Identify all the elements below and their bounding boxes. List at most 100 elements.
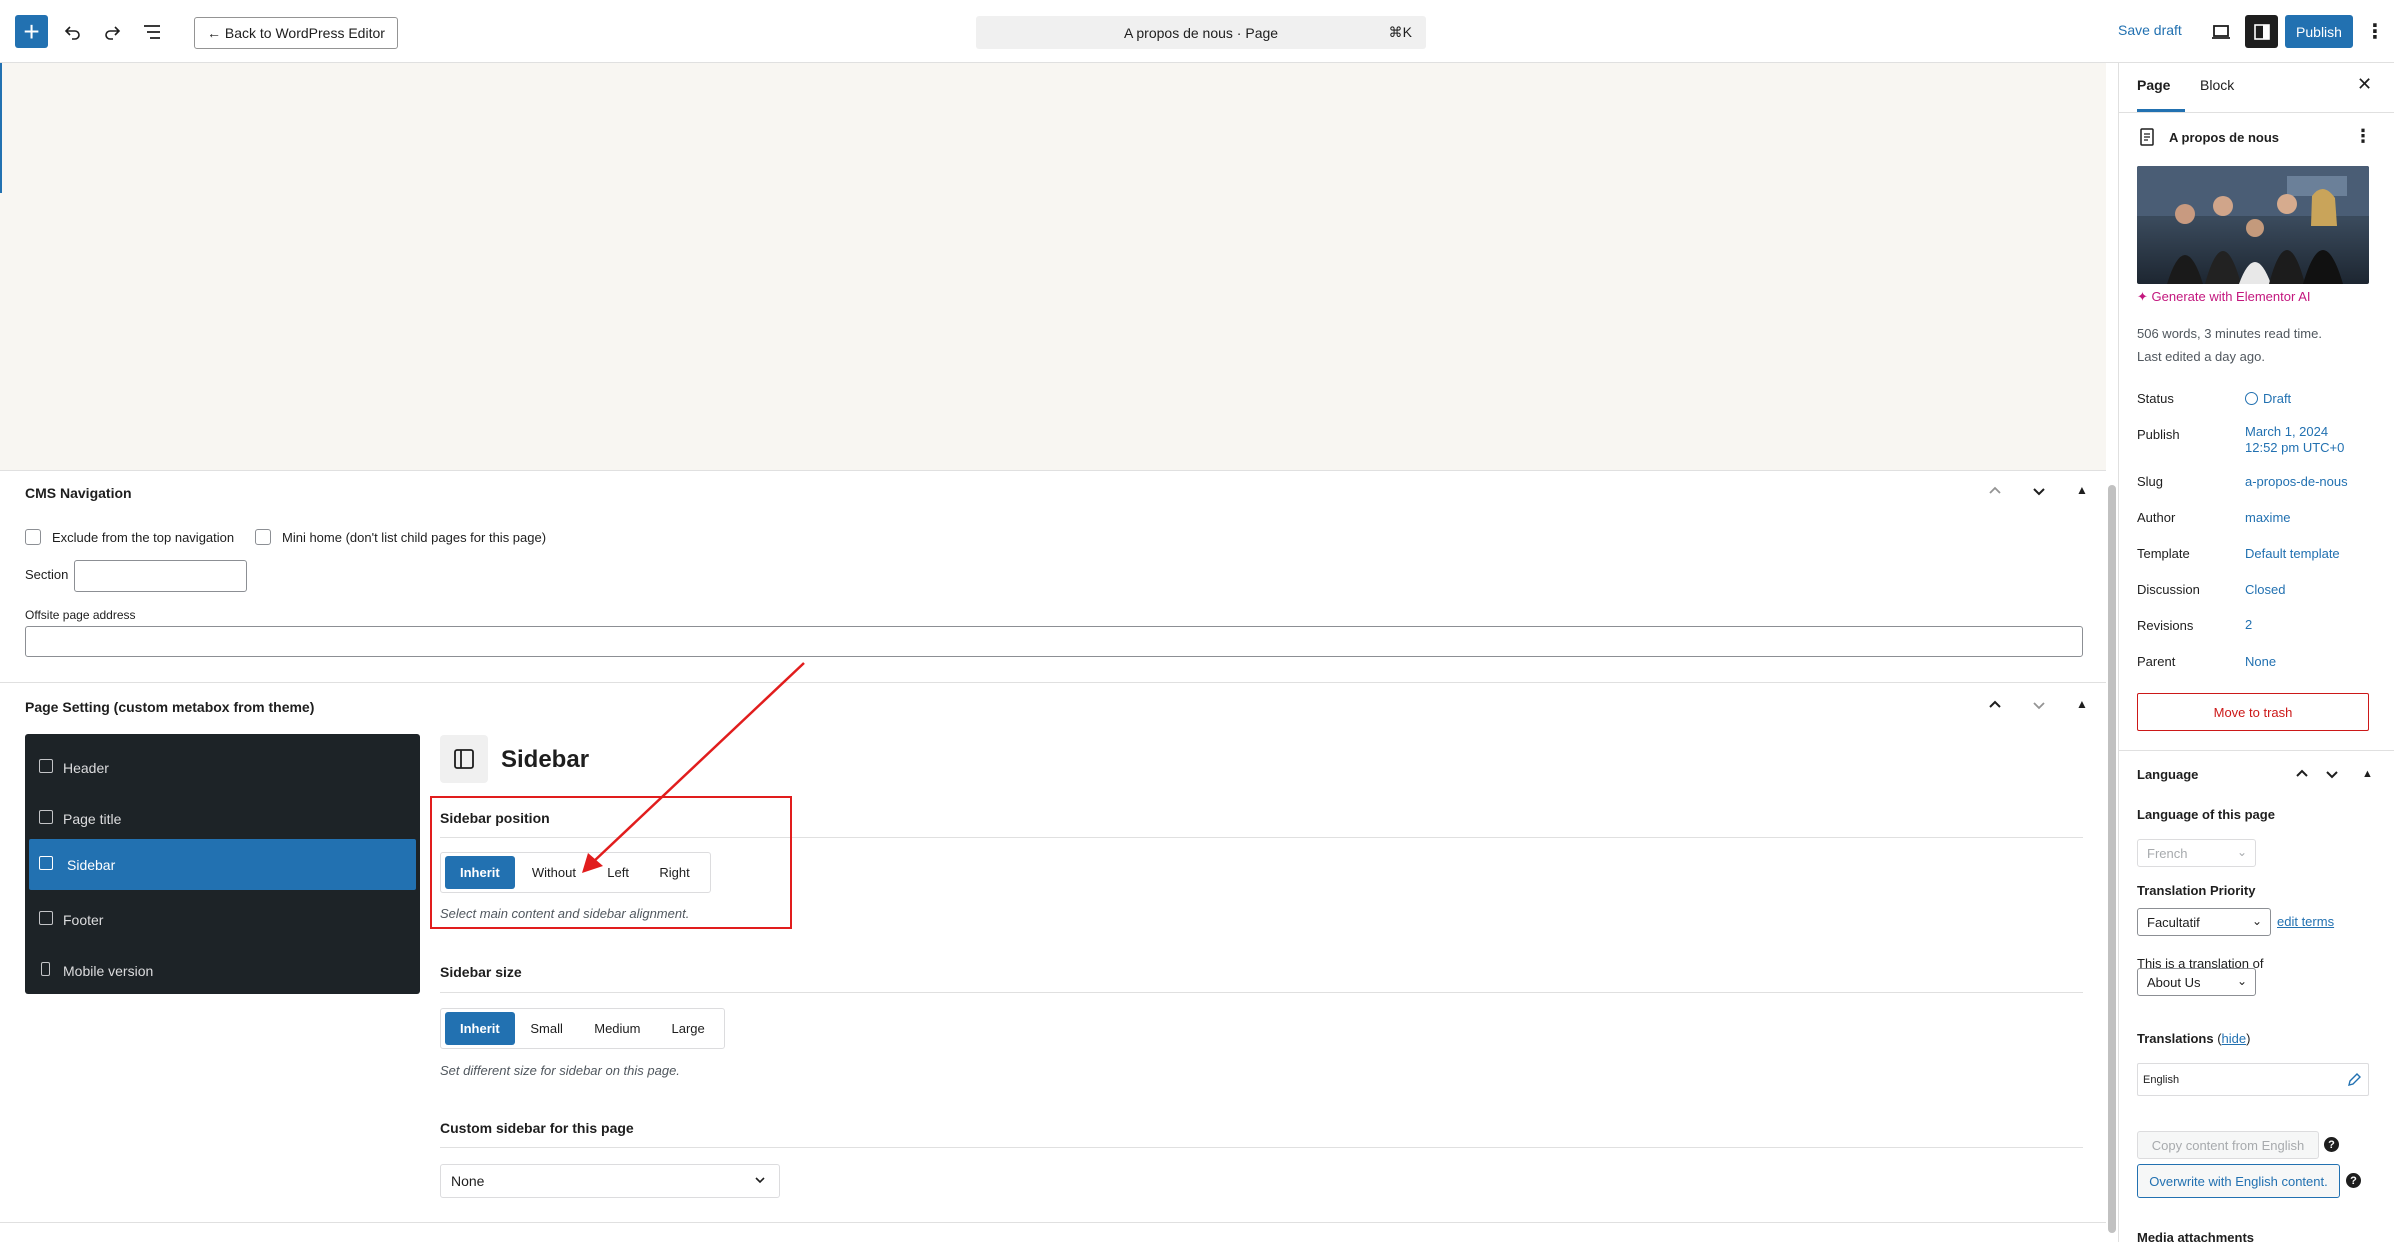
nav-item-footer[interactable]: Footer bbox=[25, 894, 420, 945]
document-title: A propos de nous · Page bbox=[1123, 24, 1279, 41]
discussion-value-button[interactable]: Closed bbox=[2245, 582, 2285, 597]
metabox-scrollbar[interactable] bbox=[2108, 485, 2116, 1233]
language-move-up-button[interactable] bbox=[2294, 766, 2310, 787]
command-palette-bar[interactable]: A propos de nous · Page ⌘K bbox=[976, 16, 1426, 49]
revisions-value-button[interactable]: 2 bbox=[2245, 617, 2252, 632]
chevron-up-icon bbox=[1989, 486, 2001, 494]
chevron-down-icon bbox=[2033, 488, 2045, 496]
status-value-button[interactable]: Draft bbox=[2245, 391, 2291, 406]
template-value-button[interactable]: Default template bbox=[2245, 546, 2340, 561]
move-to-trash-button[interactable]: Move to trash bbox=[2137, 693, 2369, 731]
language-value: French bbox=[2147, 845, 2188, 861]
chevron-up-icon bbox=[2296, 769, 2308, 777]
options-menu-button[interactable]: ⋮ bbox=[2360, 15, 2390, 49]
footer-icon bbox=[39, 911, 53, 925]
annotation-arrow bbox=[582, 662, 805, 873]
author-value-button[interactable]: maxime bbox=[2245, 510, 2291, 525]
publish-time-text[interactable]: 12:52 pm UTC+0 bbox=[2245, 440, 2344, 455]
undo-button[interactable] bbox=[56, 15, 90, 49]
custom-sidebar-value: None bbox=[451, 1173, 485, 1189]
overwrite-content-button[interactable]: Overwrite with English content. bbox=[2137, 1164, 2340, 1198]
copy-content-button[interactable]: Copy content from English bbox=[2137, 1131, 2319, 1159]
sidebar-size-control: Inherit Small Medium Large bbox=[440, 1008, 725, 1049]
page-icon bbox=[2140, 128, 2154, 146]
language-select[interactable]: French ⌄ bbox=[2137, 839, 2256, 867]
sidebar-panel-icon bbox=[2253, 23, 2270, 40]
hide-translations-link[interactable]: hide bbox=[2222, 1031, 2247, 1046]
back-to-wordpress-editor-button[interactable]: ← Back to WordPress Editor bbox=[194, 17, 398, 49]
publish-date-button[interactable]: March 1, 2024 bbox=[2245, 424, 2328, 439]
parent-value-button[interactable]: None bbox=[2245, 654, 2276, 669]
tab-page[interactable]: Page bbox=[2137, 77, 2170, 93]
more-vertical-icon: ⋮ bbox=[2354, 126, 2372, 146]
sidebar-size-large[interactable]: Large bbox=[656, 1012, 720, 1045]
page-setting-move-up-button[interactable] bbox=[1987, 697, 2003, 718]
collapse-toggle[interactable]: ▲ bbox=[2076, 483, 2088, 497]
translation-priority-select[interactable]: Facultatif ⌄ bbox=[2137, 908, 2271, 936]
settings-toggle-button[interactable] bbox=[2245, 15, 2278, 48]
nav-item-sidebar[interactable]: Sidebar bbox=[29, 839, 416, 890]
chevron-down-icon bbox=[2033, 702, 2045, 710]
help-question-icon[interactable]: ? bbox=[2324, 1137, 2339, 1152]
tab-block[interactable]: Block bbox=[2200, 77, 2234, 93]
nav-item-mobile-version[interactable]: Mobile version bbox=[25, 945, 420, 996]
sidebar-icon bbox=[39, 856, 53, 870]
pencil-icon[interactable] bbox=[2347, 1072, 2362, 1087]
nav-item-label: Footer bbox=[63, 911, 104, 928]
language-collapse-toggle[interactable]: ▲ bbox=[2362, 768, 2373, 780]
language-section-title: Language bbox=[2137, 767, 2199, 782]
translations-title: Translations bbox=[2137, 1031, 2214, 1046]
exclude-top-nav-label: Exclude from the top navigation bbox=[52, 530, 235, 545]
sidebar-size-label: Sidebar size bbox=[440, 964, 522, 980]
page-title: A propos de nous bbox=[2169, 130, 2280, 145]
metabox-divider bbox=[0, 682, 2106, 683]
offsite-address-input[interactable] bbox=[25, 626, 2083, 657]
sidebar-size-inherit[interactable]: Inherit bbox=[445, 1012, 515, 1045]
translation-priority-value: Facultatif bbox=[2147, 914, 2200, 930]
editor-canvas[interactable] bbox=[0, 63, 2106, 471]
metabox-bottom-divider bbox=[0, 1222, 2106, 1223]
generate-with-elementor-ai-link[interactable]: ✦ Generate with Elementor AI bbox=[2137, 289, 2311, 305]
page-setting-move-down-button[interactable] bbox=[2031, 697, 2047, 718]
sidebar-size-medium[interactable]: Medium bbox=[579, 1012, 657, 1045]
status-value: Draft bbox=[2263, 391, 2292, 406]
sidebar-layout-icon bbox=[454, 749, 474, 769]
mobile-icon bbox=[41, 962, 50, 976]
nav-item-header[interactable]: Header bbox=[25, 742, 420, 793]
edit-terms-link[interactable]: edit terms bbox=[2277, 914, 2334, 929]
nav-item-label: Header bbox=[63, 759, 109, 776]
save-draft-button[interactable]: Save draft bbox=[2118, 22, 2182, 38]
language-move-down-button[interactable] bbox=[2324, 766, 2340, 787]
nav-item-page-title[interactable]: Page title bbox=[25, 793, 420, 844]
translation-of-select[interactable]: About Us ⌄ bbox=[2137, 968, 2256, 996]
close-panel-button[interactable]: ✕ bbox=[2357, 74, 2372, 95]
sidebar-section-icon-box bbox=[440, 735, 488, 783]
page-actions-button[interactable]: ⋮ bbox=[2354, 126, 2372, 147]
preview-button[interactable] bbox=[2204, 15, 2238, 49]
panel-tab-divider bbox=[2119, 112, 2394, 113]
custom-sidebar-select[interactable]: None bbox=[440, 1164, 780, 1198]
sparkle-icon: ✦ bbox=[2137, 289, 2152, 304]
exclude-top-nav-checkbox[interactable] bbox=[25, 529, 41, 545]
publish-button[interactable]: Publish bbox=[2285, 15, 2353, 48]
add-block-button[interactable]: + bbox=[15, 15, 48, 48]
section-input[interactable] bbox=[74, 560, 247, 592]
redo-icon bbox=[105, 26, 121, 40]
word-count-text: 506 words, 3 minutes read time. bbox=[2137, 326, 2322, 341]
document-overview-button[interactable] bbox=[135, 15, 169, 49]
more-vertical-icon: ⋮ bbox=[2365, 21, 2385, 43]
sidebar-size-small[interactable]: Small bbox=[515, 1012, 579, 1045]
move-up-button[interactable] bbox=[1987, 483, 2003, 504]
mini-home-checkbox[interactable] bbox=[255, 529, 271, 545]
move-down-button[interactable] bbox=[2031, 483, 2047, 504]
draft-status-icon bbox=[2245, 392, 2258, 405]
language-of-page-label: Language of this page bbox=[2137, 807, 2275, 822]
page-setting-collapse-toggle[interactable]: ▲ bbox=[2076, 697, 2088, 711]
english-translation-row[interactable]: English bbox=[2137, 1063, 2369, 1096]
help-question-icon[interactable]: ? bbox=[2346, 1173, 2361, 1188]
featured-image[interactable] bbox=[2137, 166, 2369, 284]
redo-button[interactable] bbox=[95, 15, 129, 49]
slug-value-button[interactable]: a-propos-de-nous bbox=[2245, 474, 2348, 489]
cms-navigation-title: CMS Navigation bbox=[25, 485, 132, 501]
panel-section-divider bbox=[2119, 750, 2394, 751]
